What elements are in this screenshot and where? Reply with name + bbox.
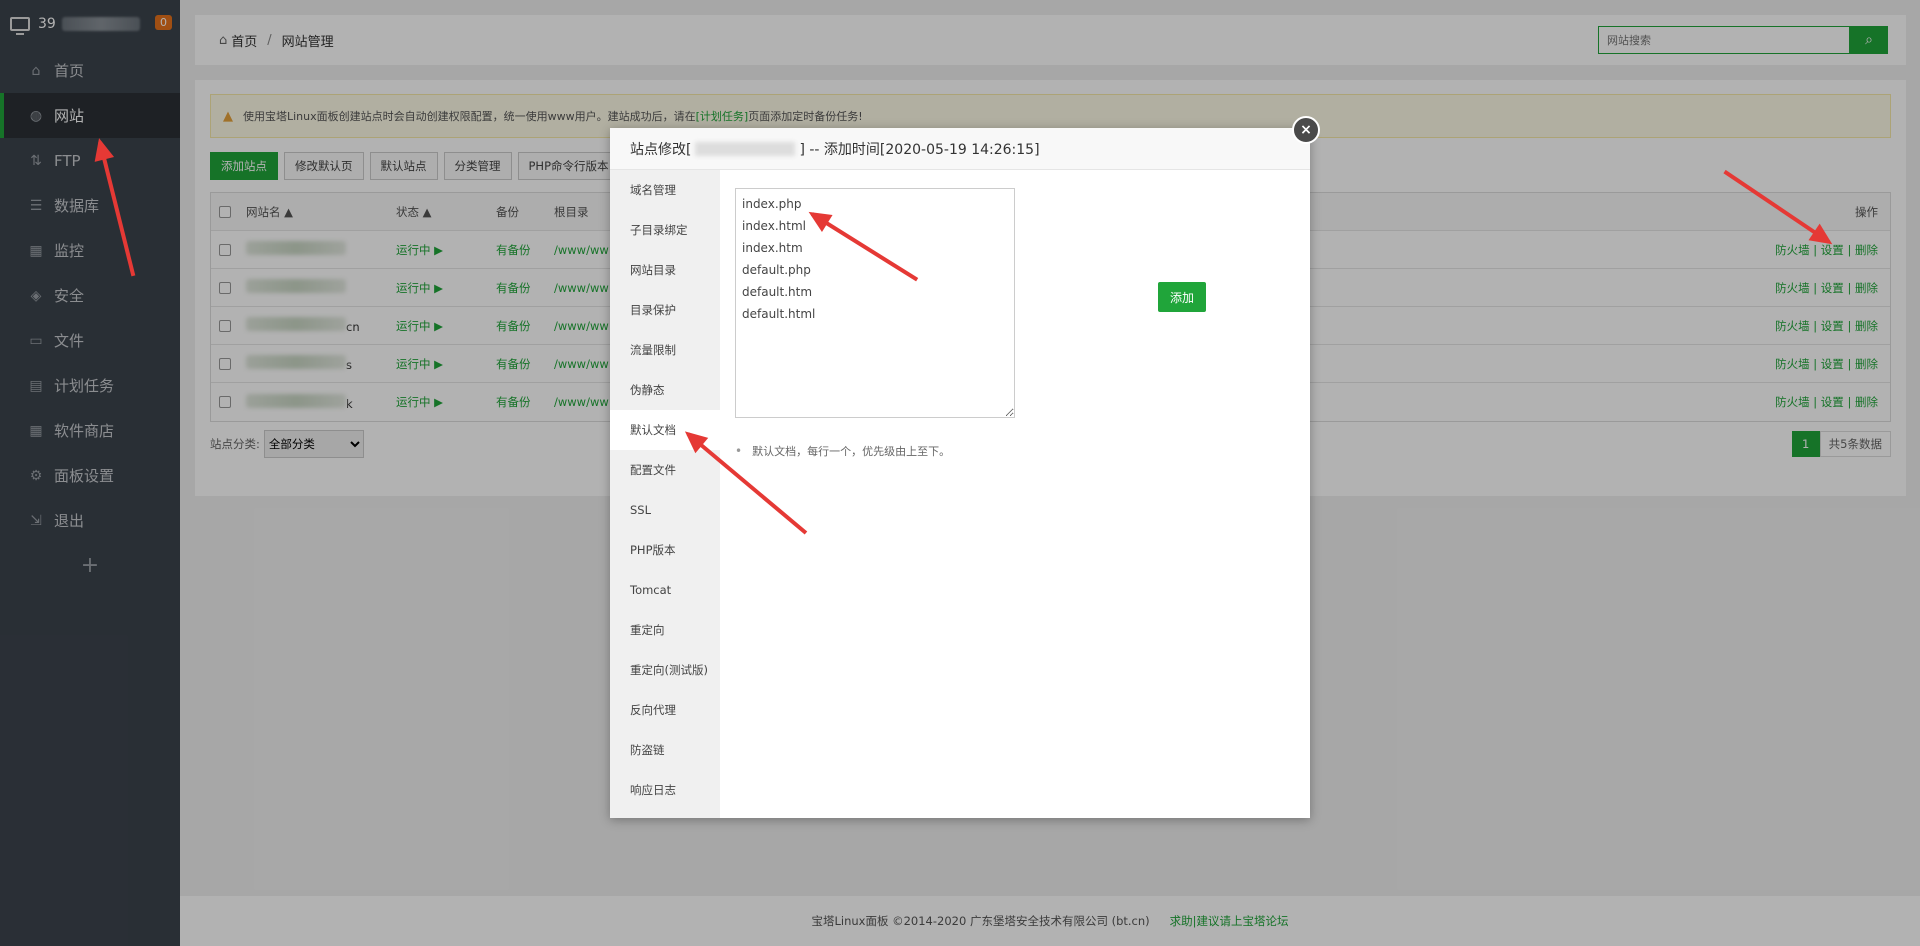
modal-menu-item[interactable]: 域名管理 xyxy=(610,170,720,210)
modal-menu-item[interactable]: 配置文件 xyxy=(610,450,720,490)
modal-title-prefix: 站点修改[ xyxy=(630,141,692,158)
modal-title-suffix: ] -- 添加时间[2020-05-19 14:26:15] xyxy=(799,141,1040,158)
modal-menu-item[interactable]: 响应日志 xyxy=(610,770,720,810)
modal-menu: 域名管理 子目录绑定 网站目录 目录保护 流量限制 伪静态 默认文档 配置文件 SSL PHP版本… xyxy=(610,170,720,818)
modal-menu-item[interactable]: 网站目录 xyxy=(610,250,720,290)
modal-menu-item[interactable]: 伪静态 xyxy=(610,370,720,410)
default-docs-hint: 默认文档，每行一个，优先级由上至下。 xyxy=(735,443,1295,459)
modal-menu-item[interactable]: PHP版本 xyxy=(610,530,720,570)
site-edit-modal: 站点修改[ ] -- 添加时间[2020-05-19 14:26:15] × 域… xyxy=(610,116,1320,818)
default-docs-pane: 添加 默认文档，每行一个，优先级由上至下。 xyxy=(720,170,1310,818)
modal-menu-item[interactable]: 流量限制 xyxy=(610,330,720,370)
close-icon: × xyxy=(1300,122,1312,138)
modal-menu-item[interactable]: 子目录绑定 xyxy=(610,210,720,250)
modal-menu-item[interactable]: 防盗链 xyxy=(610,730,720,770)
modal-menu-item[interactable]: 反向代理 xyxy=(610,690,720,730)
modal-menu-item[interactable]: SSL xyxy=(610,490,720,530)
modal-menu-item[interactable]: 重定向 xyxy=(610,610,720,650)
add-doc-button[interactable]: 添加 xyxy=(1158,282,1207,312)
modal-title: 站点修改[ ] -- 添加时间[2020-05-19 14:26:15] xyxy=(610,128,1310,170)
default-docs-textarea[interactable] xyxy=(735,188,1015,418)
site-name-redacted xyxy=(695,141,796,156)
modal-menu-item[interactable]: 目录保护 xyxy=(610,290,720,330)
modal-menu-item[interactable]: 重定向(测试版) xyxy=(610,650,720,690)
modal-menu-item[interactable]: Tomcat xyxy=(610,570,720,610)
close-button[interactable]: × xyxy=(1292,116,1320,144)
